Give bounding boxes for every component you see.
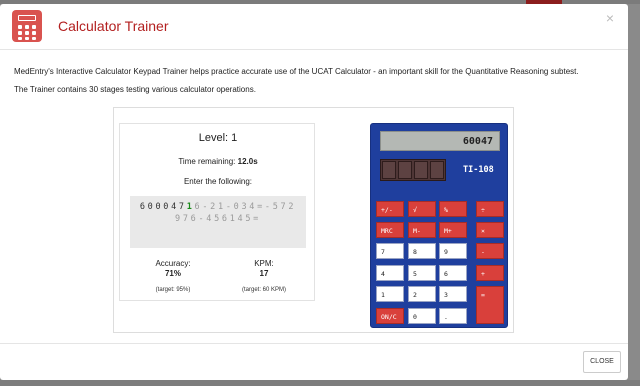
key-equals[interactable]: = <box>476 286 504 324</box>
key-2[interactable]: 2 <box>408 286 436 302</box>
kpm-label: KPM: <box>254 259 274 268</box>
calculator-icon <box>12 10 42 42</box>
key-m-plus[interactable]: M+ <box>439 222 467 238</box>
key-3[interactable]: 3 <box>439 286 467 302</box>
key-decimal[interactable]: . <box>439 308 467 324</box>
kpm-stat: KPM: 17 (target: 60 KPM) <box>224 259 304 293</box>
trainer-area: Level: 1 Time remaining: 12.0s Enter the… <box>113 107 514 333</box>
calculator: 60047 TI-108 +/- √ % ÷ MRC M- M+ × 7 8 9… <box>370 123 508 328</box>
key-6[interactable]: 6 <box>439 265 467 281</box>
time-remaining: Time remaining: 12.0s <box>120 157 316 166</box>
key-9[interactable]: 9 <box>439 243 467 259</box>
key-divide[interactable]: ÷ <box>476 201 504 217</box>
modal-title: Calculator Trainer <box>58 18 169 34</box>
kpm-value: 17 <box>259 269 269 278</box>
calculator-model: TI-108 <box>463 165 494 175</box>
modal-header: Calculator Trainer × <box>0 4 628 50</box>
key-5[interactable]: 5 <box>408 265 436 281</box>
accuracy-label: Accuracy: <box>155 259 191 268</box>
key-sqrt[interactable]: √ <box>408 201 436 217</box>
key-8[interactable]: 8 <box>408 243 436 259</box>
time-value: 12.0s <box>237 157 258 166</box>
accuracy-target: (target: 95%) <box>155 287 191 293</box>
key-plus-minus[interactable]: +/- <box>376 201 404 217</box>
calculator-display: 60047 <box>380 131 500 151</box>
close-button[interactable]: CLOSE <box>583 351 621 373</box>
key-1[interactable]: 1 <box>376 286 404 302</box>
time-label: Time remaining: <box>178 157 236 166</box>
key-4[interactable]: 4 <box>376 265 404 281</box>
close-icon[interactable]: × <box>606 10 614 26</box>
sequence-current: 1 <box>186 202 195 212</box>
accuracy-stat: Accuracy: 71% (target: 95%) <box>133 259 213 293</box>
trainer-panel: Level: 1 Time remaining: 12.0s Enter the… <box>119 123 315 301</box>
accuracy-value: 71% <box>164 269 181 278</box>
key-plus[interactable]: + <box>476 265 504 281</box>
key-m-minus[interactable]: M- <box>408 222 436 238</box>
key-0[interactable]: 0 <box>408 308 436 324</box>
kpm-target: (target: 60 KPM) <box>241 287 286 293</box>
modal-footer <box>0 343 628 380</box>
level-label: Level: 1 <box>198 132 238 144</box>
stages-text: The Trainer contains 30 stages testing v… <box>14 85 256 94</box>
target-sequence: 60004716-21-034=-572976-456145= <box>130 196 306 248</box>
sequence-entered: 600047 <box>139 202 187 212</box>
key-7[interactable]: 7 <box>376 243 404 259</box>
key-multiply[interactable]: × <box>476 222 504 238</box>
solar-panel <box>380 159 446 181</box>
key-minus[interactable]: - <box>476 243 504 259</box>
backdrop-strip-bottom <box>0 380 640 386</box>
enter-prompt: Enter the following: <box>183 177 253 186</box>
calculator-trainer-modal: Calculator Trainer × MedEntry's Interact… <box>0 4 628 380</box>
key-on-clear[interactable]: ON/C <box>376 308 404 324</box>
key-percent[interactable]: % <box>439 201 467 217</box>
key-mrc[interactable]: MRC <box>376 222 404 238</box>
intro-text: MedEntry's Interactive Calculator Keypad… <box>14 67 579 76</box>
